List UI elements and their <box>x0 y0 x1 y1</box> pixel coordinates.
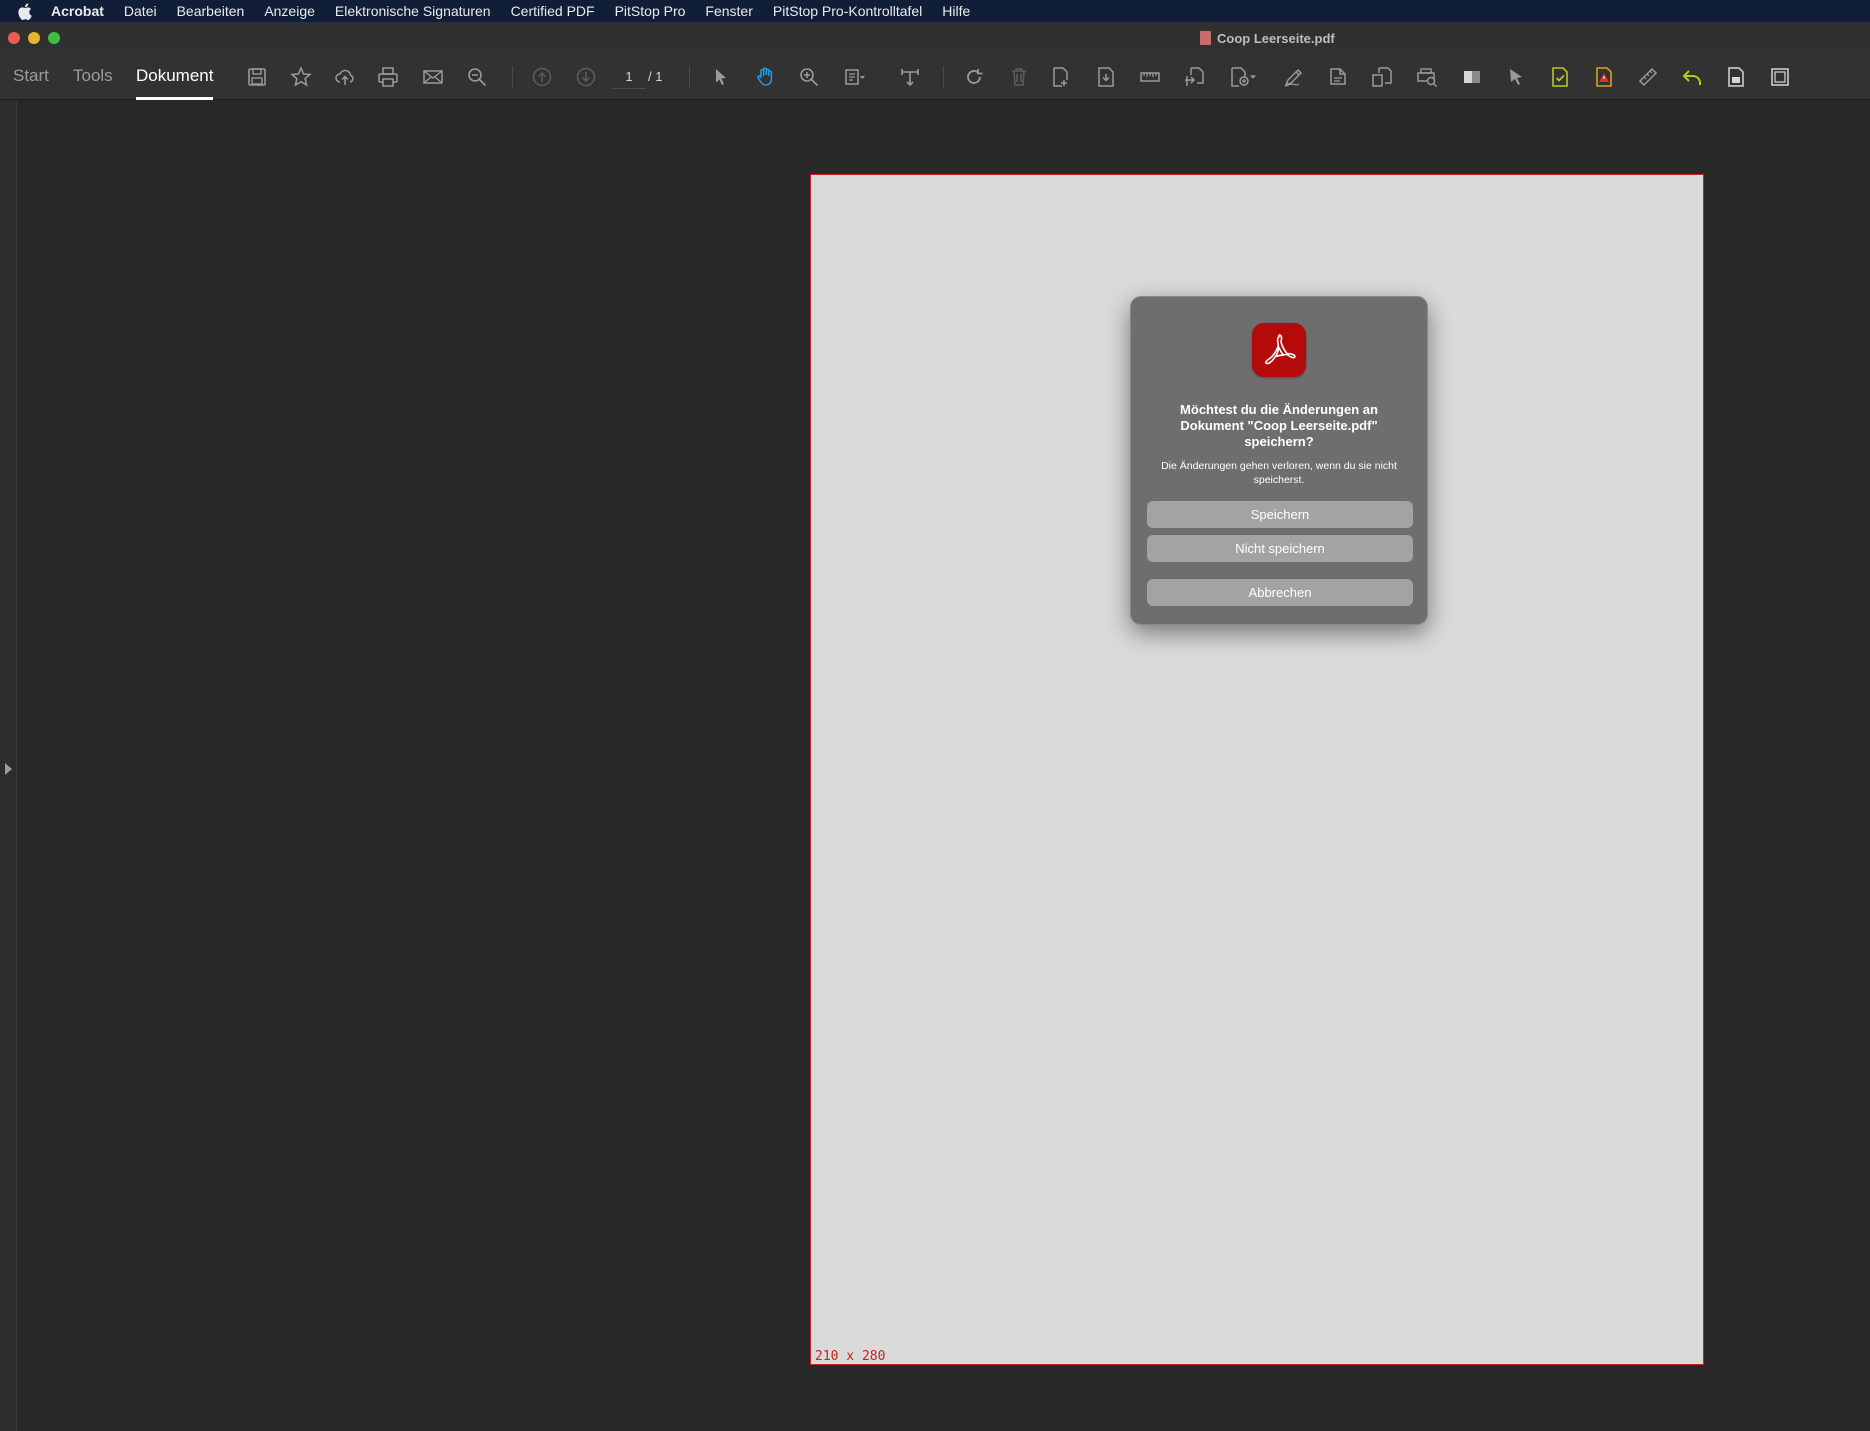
print-preview-icon[interactable] <box>1413 63 1441 91</box>
page-extract-icon[interactable] <box>1047 63 1075 91</box>
select-arrow-icon[interactable] <box>707 63 735 91</box>
menu-app-acrobat[interactable]: Acrobat <box>51 0 104 22</box>
fit-page-icon[interactable] <box>840 63 868 91</box>
tag-edit-icon[interactable] <box>1324 63 1352 91</box>
cancel-button[interactable]: Abbrechen <box>1147 579 1413 606</box>
menu-anzeige[interactable]: Anzeige <box>264 0 315 22</box>
page-move-icon[interactable] <box>1180 63 1208 91</box>
save-icon[interactable] <box>243 63 271 91</box>
navigation-pane-toggle[interactable] <box>0 101 17 1431</box>
menu-bar: Acrobat Datei Bearbeiten Anzeige Elektro… <box>0 0 1870 22</box>
tab-tools[interactable]: Tools <box>73 54 113 100</box>
close-window-button[interactable] <box>8 32 20 44</box>
print-icon[interactable] <box>374 63 402 91</box>
cloud-upload-icon[interactable] <box>331 63 359 91</box>
page-up-icon[interactable] <box>528 63 556 91</box>
window-titlebar: Coop Leerseite.pdf <box>0 22 1870 54</box>
marquee-icon[interactable] <box>896 63 924 91</box>
menu-bearbeiten[interactable]: Bearbeiten <box>177 0 245 22</box>
toolbar-separator <box>512 66 513 88</box>
menu-pitstop-kontrolltafel[interactable]: PitStop Pro-Kontrolltafel <box>773 0 922 22</box>
zoom-window-button[interactable] <box>48 32 60 44</box>
minimize-window-button[interactable] <box>28 32 40 44</box>
preflight-warning-icon[interactable] <box>1590 63 1618 91</box>
chevron-down-icon[interactable] <box>1246 63 1260 91</box>
page-total: / 1 <box>648 69 663 84</box>
expand-arrow-icon <box>5 763 12 775</box>
acrobat-logo-icon <box>1252 323 1306 377</box>
zoom-search-icon[interactable] <box>463 63 491 91</box>
tab-dokument[interactable]: Dokument <box>136 54 214 100</box>
menu-fenster[interactable]: Fenster <box>705 0 752 22</box>
page-insert-icon[interactable] <box>1092 63 1120 91</box>
page-size-label: 210 x 280 <box>815 1349 886 1364</box>
pen-edit-icon[interactable] <box>1280 63 1308 91</box>
window-title-text: Coop Leerseite.pdf <box>1217 30 1335 46</box>
page-number-input[interactable]: 1 <box>612 65 646 89</box>
bookmark-star-icon[interactable] <box>287 63 315 91</box>
pointer-icon[interactable] <box>1502 63 1530 91</box>
page-down-icon[interactable] <box>572 63 600 91</box>
toolbar-separator <box>689 66 690 88</box>
document-icon[interactable] <box>1722 63 1750 91</box>
tab-start[interactable]: Start <box>13 54 49 100</box>
dont-save-button[interactable]: Nicht speichern <box>1147 535 1413 562</box>
menu-pitstop-pro[interactable]: PitStop Pro <box>615 0 686 22</box>
page-replace-icon[interactable] <box>1368 63 1396 91</box>
hand-tool-icon[interactable] <box>752 63 780 91</box>
undo-icon[interactable] <box>1678 63 1706 91</box>
menu-elektronische-signaturen[interactable]: Elektronische Signaturen <box>335 0 491 22</box>
menu-certified-pdf[interactable]: Certified PDF <box>511 0 595 22</box>
email-icon[interactable] <box>419 63 447 91</box>
frame-icon[interactable] <box>1766 63 1794 91</box>
apple-menu-icon[interactable] <box>17 2 37 20</box>
zoom-in-icon[interactable] <box>795 63 823 91</box>
save-button[interactable]: Speichern <box>1147 501 1413 528</box>
pdf-file-icon <box>1200 31 1211 45</box>
window-title: Coop Leerseite.pdf <box>1200 22 1335 54</box>
measure-tool-icon[interactable] <box>1634 63 1662 91</box>
dialog-heading: Möchtest du die Änderungen an Dokument "… <box>1180 402 1378 449</box>
color-box-icon[interactable] <box>1458 63 1486 91</box>
rotate-icon[interactable] <box>960 63 988 91</box>
save-changes-dialog: Möchtest du die Änderungen an Dokument "… <box>1130 296 1428 625</box>
ruler-measure-icon[interactable] <box>1136 63 1164 91</box>
dialog-message: Die Änderungen gehen verloren, wenn du s… <box>1161 460 1397 486</box>
preflight-ok-icon[interactable] <box>1546 63 1574 91</box>
main-toolbar: Start Tools Dokument 1 / 1 <box>0 54 1870 100</box>
menu-hilfe[interactable]: Hilfe <box>942 0 970 22</box>
menu-datei[interactable]: Datei <box>124 0 157 22</box>
delete-icon[interactable] <box>1005 63 1033 91</box>
toolbar-separator <box>943 66 944 88</box>
